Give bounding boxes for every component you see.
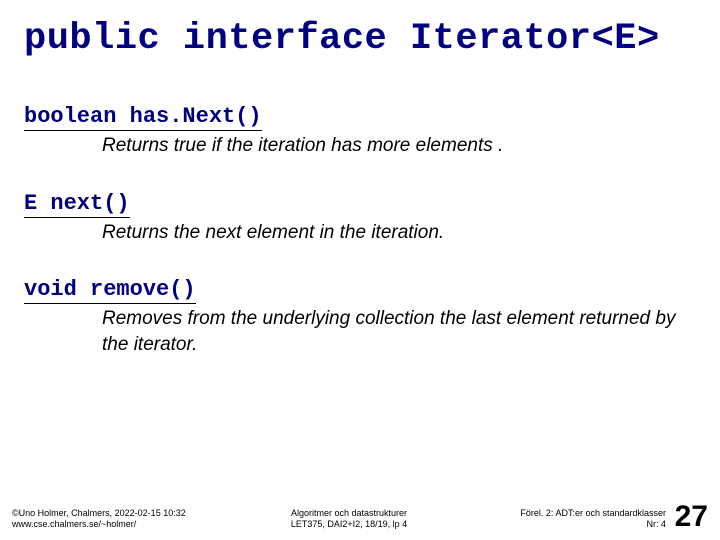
method-description: Returns true if the iteration has more e…	[24, 131, 696, 173]
method-block-remove: void remove() Removes from the underlyin…	[24, 269, 696, 371]
footer-center: Algoritmer och datastrukturer LET375, DA…	[232, 508, 466, 531]
method-description: Returns the next element in the iteratio…	[24, 218, 696, 260]
method-block-next: E next() Returns the next element in the…	[24, 183, 696, 260]
footer-course-title: Algoritmer och datastrukturer	[232, 508, 466, 519]
footer-lecture: Förel. 2: ADT:er och standardklasser	[466, 508, 666, 519]
method-signature: void remove()	[24, 277, 196, 304]
footer-left: ©Uno Holmer, Chalmers, 2022-02-15 10:32 …	[12, 508, 232, 531]
spacer	[24, 259, 696, 269]
footer-copyright: ©Uno Holmer, Chalmers, 2022-02-15 10:32	[12, 508, 232, 519]
method-block-hasnext: boolean has.Next() Returns true if the i…	[24, 96, 696, 173]
footer: ©Uno Holmer, Chalmers, 2022-02-15 10:32 …	[0, 508, 720, 531]
slide-title: public interface Iterator<E>	[24, 18, 696, 60]
spacer	[24, 173, 696, 183]
page-number: 27	[675, 500, 708, 534]
method-signature: boolean has.Next()	[24, 104, 262, 131]
footer-lecture-nr: Nr: 4	[466, 519, 666, 530]
method-description: Removes from the underlying collection t…	[24, 304, 696, 371]
slide: public interface Iterator<E> boolean has…	[0, 0, 720, 540]
footer-course-code: LET375, DAI2+I2, 18/19, lp 4	[232, 519, 466, 530]
method-signature: E next()	[24, 191, 130, 218]
footer-right: Förel. 2: ADT:er och standardklasser Nr:…	[466, 508, 708, 531]
footer-url: www.cse.chalmers.se/~holmer/	[12, 519, 232, 530]
